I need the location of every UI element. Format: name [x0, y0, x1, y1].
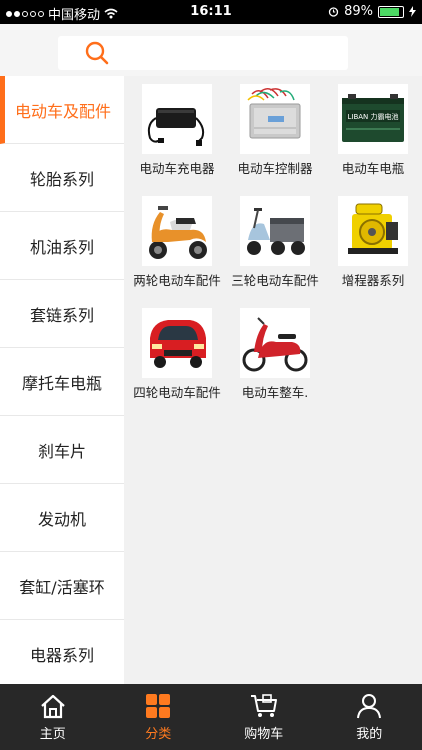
search-input[interactable]	[58, 36, 348, 70]
tab-cart[interactable]: 购物车	[211, 684, 317, 750]
product-label: 两轮电动车配件	[133, 273, 221, 288]
product-item[interactable]: 两轮电动车配件	[128, 192, 226, 288]
cart-icon	[250, 693, 277, 717]
product-item[interactable]: 三轮电动车配件	[226, 192, 324, 288]
sidebar-item-electrical[interactable]: 电器系列	[0, 620, 124, 684]
product-item[interactable]: 增程器系列	[324, 192, 422, 288]
sidebar-item-engine[interactable]: 发动机	[0, 484, 124, 552]
sidebar-item-label: 套链系列	[29, 305, 94, 325]
battery-percent: 89%	[344, 4, 373, 19]
tab-profile[interactable]: 我的	[317, 684, 422, 750]
tab-label: 分类	[145, 726, 172, 742]
sidebar-item-ev-parts[interactable]: 电动车及配件	[0, 76, 124, 144]
sidebar-item-chain[interactable]: 套链系列	[0, 280, 124, 348]
sidebar-item-label: 轮胎系列	[29, 169, 94, 189]
sidebar-item-label: 电器系列	[29, 645, 94, 665]
sidebar-item-label: 刹车片	[37, 441, 86, 461]
product-item[interactable]: 电动车充电器	[128, 80, 226, 176]
status-bar: 中国移动 16:11 89%	[0, 0, 422, 24]
sidebar-item-label: 电动车及配件	[15, 101, 112, 121]
tab-home[interactable]: 主页	[0, 684, 106, 750]
search-icon[interactable]	[84, 40, 110, 66]
generator-image	[338, 196, 408, 266]
product-label: 四轮电动车配件	[133, 385, 221, 400]
sidebar-item-tires[interactable]: 轮胎系列	[0, 144, 124, 212]
status-right: 89%	[328, 4, 416, 19]
sidebar-item-moto-battery[interactable]: 摩托车电瓶	[0, 348, 124, 416]
category-sidebar: 电动车及配件 轮胎系列 机油系列 套链系列 摩托车电瓶 刹车片 发动机 套缸/活…	[0, 76, 124, 684]
charger-image	[142, 84, 212, 154]
sidebar-item-brake-pads[interactable]: 刹车片	[0, 416, 124, 484]
product-label: 增程器系列	[341, 273, 405, 288]
category-icon	[146, 693, 171, 718]
sidebar-item-label: 套缸/活塞环	[19, 577, 105, 597]
search-header	[0, 24, 422, 76]
sidebar-item-label: 发动机	[37, 509, 86, 529]
scooter-image	[142, 196, 212, 266]
sidebar-item-label: 机油系列	[29, 237, 94, 257]
sidebar-item-cylinder[interactable]: 套缸/活塞环	[0, 552, 124, 620]
charging-icon	[409, 6, 416, 17]
product-item[interactable]: 四轮电动车配件	[128, 304, 226, 400]
product-label: 电动车电瓶	[341, 161, 405, 176]
product-label: 电动车整车.	[241, 385, 309, 400]
car-image	[142, 308, 212, 378]
sidebar-item-label: 摩托车电瓶	[21, 373, 102, 393]
home-icon	[41, 694, 65, 718]
product-item[interactable]: 电动车整车.	[226, 304, 324, 400]
user-icon	[357, 693, 382, 718]
tab-category[interactable]: 分类	[106, 684, 212, 750]
tab-label: 购物车	[244, 726, 284, 742]
product-label: 电动车充电器	[139, 161, 215, 176]
battery-image: LIBAN 力霸电池	[338, 84, 408, 154]
product-item[interactable]: LIBAN 力霸电池 电动车电瓶	[324, 80, 422, 176]
sidebar-item-oil[interactable]: 机油系列	[0, 212, 124, 280]
alarm-icon	[328, 7, 339, 17]
bottom-tab-bar: 主页 分类 购物车 我的	[0, 684, 422, 750]
tab-label: 主页	[39, 726, 66, 742]
controller-image	[240, 84, 310, 154]
tab-label: 我的	[356, 726, 383, 742]
ebike-image	[240, 308, 310, 378]
tricycle-image	[240, 196, 310, 266]
product-label: 电动车控制器	[237, 161, 313, 176]
battery-icon	[378, 5, 404, 18]
product-item[interactable]: 电动车控制器	[226, 80, 324, 176]
battery-brand-text: LIBAN 力霸电池	[347, 112, 398, 121]
product-label: 三轮电动车配件	[231, 273, 319, 288]
